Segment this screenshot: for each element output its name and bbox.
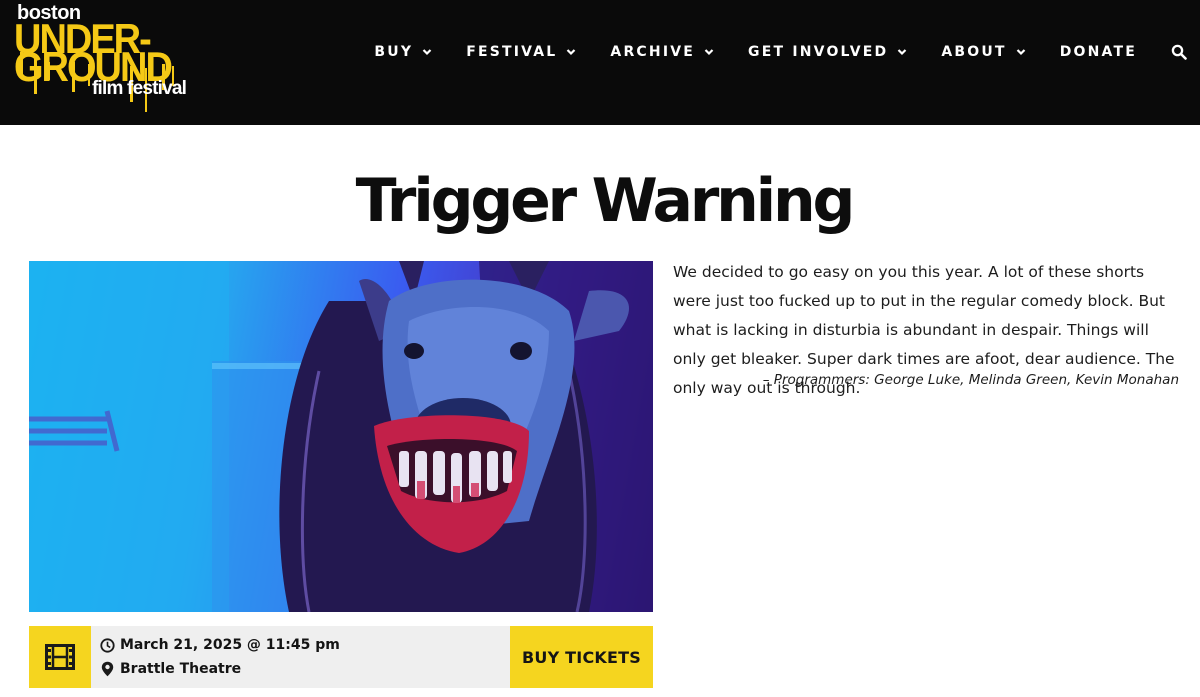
nav-archive-label: ARCHIVE xyxy=(610,44,696,60)
buy-tickets-button[interactable]: BUY TICKETS xyxy=(510,626,653,688)
chevron-down-icon xyxy=(898,49,907,56)
chevron-down-icon xyxy=(1016,49,1025,56)
event-date: March 21, 2025 @ 11:45 pm xyxy=(100,637,340,653)
event-info-bar: March 21, 2025 @ 11:45 pm Brattle Theatr… xyxy=(29,626,653,688)
nav-get-involved[interactable]: GET INVOLVED xyxy=(748,44,907,60)
film-icon-box xyxy=(29,626,91,688)
programmers-credit: – Programmers: George Luke, Melinda Gree… xyxy=(762,372,1179,388)
nav-buy-label: BUY xyxy=(374,44,414,60)
nav-get-involved-label: GET INVOLVED xyxy=(748,44,889,60)
logo-film-festival-text: film festival xyxy=(92,78,187,99)
nav-archive[interactable]: ARCHIVE xyxy=(610,44,714,60)
site-header: boston UNDER- GROUND film festival BUY F… xyxy=(0,0,1200,125)
chevron-down-icon xyxy=(704,49,714,56)
event-venue: Brattle Theatre xyxy=(100,661,241,677)
page-title: Trigger Warning xyxy=(355,166,856,236)
chevron-down-icon xyxy=(422,49,432,56)
nav-festival-label: FESTIVAL xyxy=(466,44,558,60)
nav-festival[interactable]: FESTIVAL xyxy=(466,44,576,60)
map-pin-icon xyxy=(101,661,114,677)
festival-logo[interactable]: boston UNDER- GROUND film festival xyxy=(12,2,192,118)
clock-icon xyxy=(100,637,115,653)
nav-buy[interactable]: BUY xyxy=(374,44,432,60)
nav-donate-label: DONATE xyxy=(1059,44,1137,60)
nav-about-label: ABOUT xyxy=(941,44,1007,60)
event-date-text: March 21, 2025 @ 11:45 pm xyxy=(120,637,340,653)
event-venue-text: Brattle Theatre xyxy=(120,661,242,677)
main-nav: BUY FESTIVAL ARCHIVE GET INVOLVED ABOUT … xyxy=(374,0,1200,104)
chevron-down-icon xyxy=(567,49,576,56)
nav-about[interactable]: ABOUT xyxy=(941,44,1025,60)
search-icon[interactable] xyxy=(1171,44,1187,60)
nav-donate[interactable]: DONATE xyxy=(1060,44,1137,60)
event-hero-image xyxy=(29,261,653,612)
film-icon xyxy=(45,644,75,670)
